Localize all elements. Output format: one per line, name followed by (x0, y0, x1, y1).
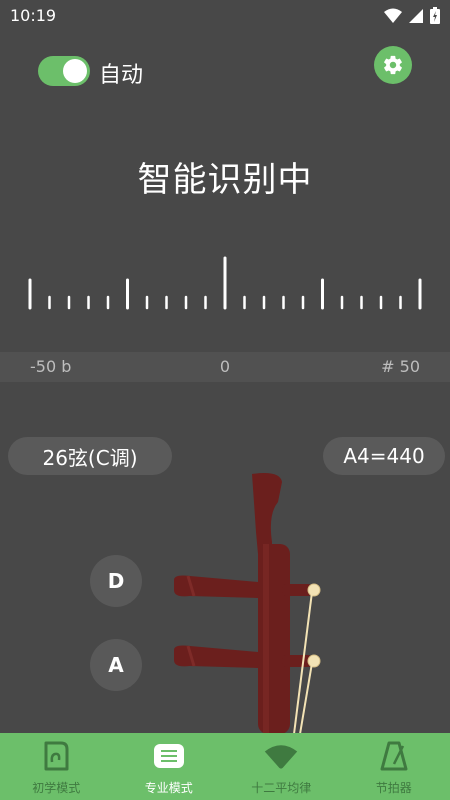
key-select-button[interactable]: 26弦(C调) (8, 437, 172, 475)
erhu-illustration (174, 473, 321, 734)
wifi-icon (384, 8, 402, 23)
recognition-status: 智能识别中 (137, 160, 313, 200)
reference-label: A4=440 (343, 444, 425, 468)
nav-equal-temperament[interactable]: 十二平均律 (225, 733, 338, 800)
beginner-icon (38, 740, 74, 772)
string-d-label: D (107, 569, 125, 593)
nav-label: 节拍器 (375, 781, 412, 795)
peg-tip-upper (307, 583, 321, 597)
reference-pitch-button[interactable]: A4=440 (323, 437, 445, 475)
toggle-knob (63, 59, 87, 83)
scale-label-sharp: # 50 (381, 357, 420, 376)
auto-toggle[interactable] (38, 56, 90, 86)
settings-button[interactable] (374, 46, 412, 84)
pro-icon (151, 740, 187, 772)
nav-label: 初学模式 (32, 781, 81, 795)
status-time: 10:19 (10, 6, 57, 25)
metronome-icon (376, 740, 412, 772)
nav-label: 专业模式 (144, 781, 193, 795)
nav-pro-mode[interactable]: 专业模式 (113, 733, 226, 800)
string-d-button[interactable]: D (90, 555, 142, 607)
erhu-peg-lower (174, 645, 258, 668)
bottom-nav: 初学模式 专业模式 十二平均律 节拍器 (0, 733, 450, 800)
gear-icon (384, 55, 402, 75)
erhu-head (252, 473, 282, 554)
erhu-peg-upper (174, 575, 258, 598)
status-icons (384, 7, 440, 24)
string-a-label: A (108, 653, 124, 677)
scale-ticks (28, 256, 422, 310)
auto-label: 自动 (99, 63, 144, 88)
peg-tip-lower (307, 654, 321, 668)
erhu-neck (258, 544, 290, 734)
nav-label: 十二平均律 (251, 781, 312, 795)
nav-metronome[interactable]: 节拍器 (338, 733, 450, 800)
key-label: 26弦(C调) (42, 445, 138, 470)
battery-icon (430, 7, 440, 24)
fan-icon (263, 740, 299, 772)
status-bar: 10:19 (0, 0, 450, 32)
nav-beginner-mode[interactable]: 初学模式 (0, 733, 113, 800)
tuning-scale (28, 256, 422, 310)
signal-icon (409, 8, 423, 23)
scale-labels: -50 b 0 # 50 (0, 352, 450, 382)
string-a-button[interactable]: A (90, 639, 142, 691)
